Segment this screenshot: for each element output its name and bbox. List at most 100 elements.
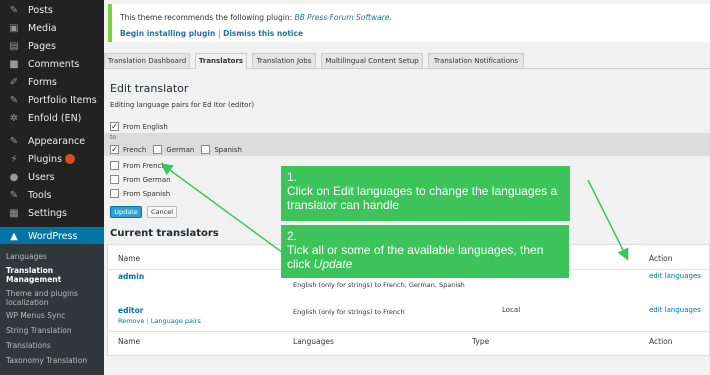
forms-icon: ✐: [9, 76, 19, 88]
tab-translation-dashboard[interactable]: Translation Dashboard: [104, 53, 190, 69]
from-english-checkbox[interactable]: ✓: [110, 122, 119, 131]
tab-translation-notifications[interactable]: Translation Notifications: [428, 53, 524, 69]
sidebar-item-tools[interactable]: ✎ Tools: [0, 186, 104, 204]
sidebar-item-label: Comments: [28, 58, 80, 70]
language-pairs-link[interactable]: Language pairs: [151, 317, 201, 325]
footer-divider: [108, 331, 709, 332]
from-french-checkbox[interactable]: [110, 161, 119, 170]
sidebar-item-label: Plugins: [28, 153, 63, 165]
sidebar-item-users[interactable]: ● Users: [0, 168, 104, 186]
translator-languages-editor: English (only for strings) to French: [293, 308, 405, 316]
from-german-label: From German: [123, 175, 171, 184]
plugin-notice: This theme recommends the following plug…: [108, 4, 710, 42]
french-checkbox[interactable]: ✓: [110, 145, 119, 154]
french-label: French: [123, 145, 147, 154]
footer-column-type: Type: [472, 337, 490, 346]
dismiss-notice-link[interactable]: Dismiss this notice: [223, 29, 303, 38]
callout-2-number: 2.: [287, 229, 298, 243]
plugin-link[interactable]: BB Press Forum Software.: [295, 13, 392, 22]
wpml-icon: ▲: [10, 230, 18, 242]
tab-multilingual-content-setup[interactable]: Multilingual Content Setup: [321, 53, 423, 69]
footer-column-name: Name: [118, 337, 141, 346]
sidebar-item-label: Pages: [28, 40, 56, 52]
plug-icon: ⚡: [10, 153, 18, 165]
tab-translators[interactable]: Translators: [195, 53, 247, 69]
from-french-row: From French: [110, 161, 166, 170]
submenu-languages[interactable]: Languages: [6, 252, 102, 261]
editor-row-actions: Remove | Language pairs: [118, 317, 201, 325]
submenu-theme-plugins-localization[interactable]: Theme and plugins localization: [6, 289, 102, 307]
submenu-taxonomy-translation[interactable]: Taxonomy Translation: [6, 356, 102, 365]
sidebar-item-label: Forms: [28, 76, 57, 88]
submenu-translations[interactable]: Translations: [6, 341, 102, 350]
sidebar-item-enfold[interactable]: ✲ Enfold (EN): [0, 109, 104, 127]
from-spanish-row: From Spanish: [110, 189, 170, 198]
instruction-callout-1: 1. Click on Edit languages to change the…: [281, 166, 570, 221]
tab-translation-jobs[interactable]: Translation Jobs: [252, 53, 316, 69]
sidebar-item-forms[interactable]: ✐ Forms: [0, 73, 104, 91]
to-label: to: [110, 134, 117, 141]
from-german-checkbox[interactable]: [110, 175, 119, 184]
update-badge: [65, 154, 76, 164]
callout-2-text: Tick all or some of the available langua…: [287, 243, 544, 271]
sidebar-item-label: Posts: [28, 4, 53, 16]
to-languages-row: ✓ French German Spanish: [110, 145, 242, 154]
column-header-action: Action: [649, 254, 673, 263]
sidebar-item-label: Appearance: [28, 135, 86, 147]
remove-link[interactable]: Remove: [118, 317, 144, 325]
notice-text: This theme recommends the following plug…: [120, 13, 392, 22]
wpml-submenu: Languages Translation Management Theme a…: [0, 244, 104, 375]
comments-icon: ■: [9, 58, 19, 70]
from-spanish-checkbox[interactable]: [110, 189, 119, 198]
submenu-translation-management[interactable]: Translation Management: [6, 266, 102, 284]
from-german-row: From German: [110, 175, 171, 184]
translator-languages-admin: English (only for strings) to French, Ge…: [293, 281, 465, 289]
brush-icon: ✎: [9, 135, 19, 147]
sidebar-item-label: Media: [28, 22, 57, 34]
sidebar-item-label: Tools: [28, 189, 52, 201]
user-icon: ●: [9, 171, 19, 183]
footer-column-languages: Languages: [293, 337, 334, 346]
from-english-label: From English: [123, 122, 168, 131]
german-label: German: [166, 145, 195, 154]
sidebar-item-appearance[interactable]: ✎ Appearance: [0, 132, 104, 150]
sidebar-item-pages[interactable]: ▤ Pages: [0, 37, 104, 55]
sidebar-item-posts[interactable]: ✎ Posts: [0, 1, 104, 19]
gear-icon: ✲: [9, 112, 19, 124]
sidebar-item-label: Settings: [28, 207, 67, 219]
sidebar-item-wpml[interactable]: ▲ WordPress: [0, 227, 104, 245]
sidebar-item-comments[interactable]: ■ Comments: [0, 55, 104, 73]
update-button[interactable]: Update: [110, 206, 142, 218]
edit-languages-link-editor[interactable]: edit languages: [649, 306, 701, 314]
translator-name-editor[interactable]: editor: [118, 306, 143, 315]
translator-name-admin[interactable]: admin: [118, 272, 144, 281]
submenu-wp-menus-sync[interactable]: WP Menus Sync: [6, 311, 102, 320]
edit-languages-link-admin[interactable]: edit languages: [649, 272, 701, 280]
edit-translator-heading: Edit translator: [110, 82, 189, 95]
spanish-checkbox[interactable]: [201, 145, 211, 154]
from-english-row: ✓ From English: [110, 122, 168, 131]
callout-1-number: 1.: [287, 170, 298, 184]
sidebar-item-plugins[interactable]: ⚡ Plugins: [0, 150, 104, 168]
pages-icon: ▤: [9, 40, 19, 52]
settings-icon: ▦: [9, 207, 19, 219]
media-icon: ▣: [9, 22, 19, 34]
tab-bar: Translation Dashboard Translators Transl…: [104, 53, 710, 69]
begin-installing-link[interactable]: Begin installing plugin: [120, 29, 215, 38]
sidebar-item-label: WordPress: [28, 230, 78, 242]
spanish-label: Spanish: [214, 145, 242, 154]
admin-sidebar: ✎ Posts ▣ Media ▤ Pages ■ Comments ✐ Forms ✎ P…: [0, 0, 104, 375]
sidebar-item-portfolio[interactable]: ✎ Portfolio Items: [0, 91, 104, 109]
notice-actions: Begin installing plugin | Dismiss this n…: [120, 29, 304, 38]
sidebar-item-media[interactable]: ▣ Media: [0, 19, 104, 37]
editing-description: Editing language pairs for Ed Itor (edit…: [110, 101, 255, 109]
instruction-callout-2: 2. Tick all or some of the available lan…: [281, 225, 569, 278]
german-checkbox[interactable]: [153, 145, 163, 154]
pin-icon: ✎: [9, 94, 19, 106]
pin-icon: ✎: [9, 4, 19, 16]
cancel-button[interactable]: Cancel: [147, 206, 177, 218]
translator-type-editor: Local: [502, 306, 521, 314]
sidebar-item-label: Users: [28, 171, 55, 183]
submenu-string-translation[interactable]: String Translation: [6, 326, 102, 335]
sidebar-item-settings[interactable]: ▦ Settings: [0, 204, 104, 222]
